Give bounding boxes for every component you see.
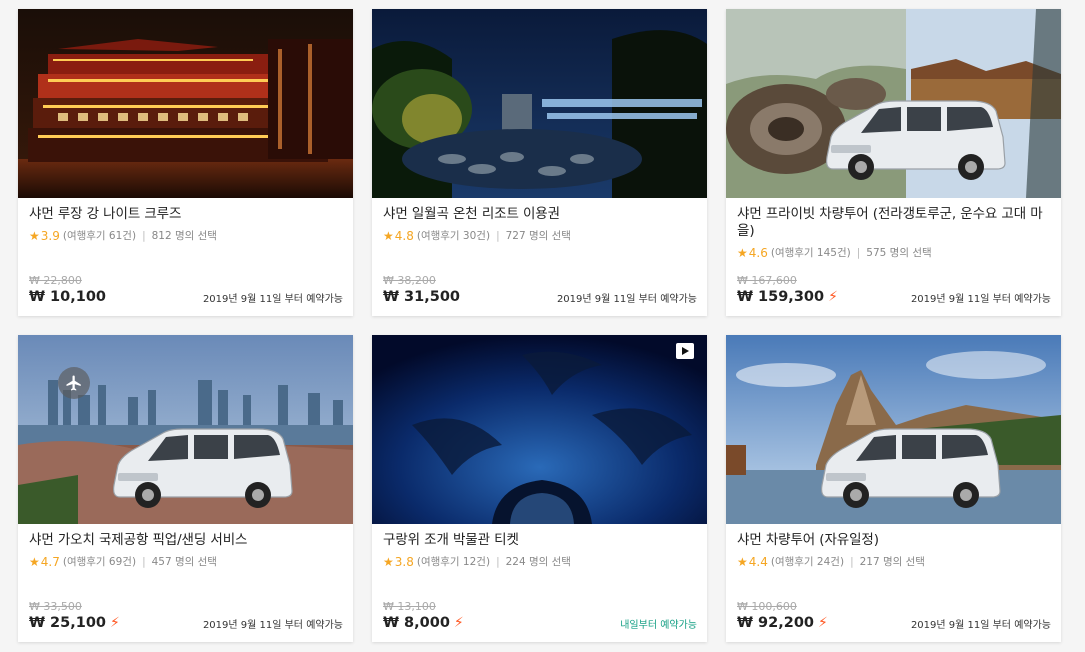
rating-score: 4.7 xyxy=(40,554,60,569)
product-title[interactable]: 구랑위 조개 박물관 티켓 xyxy=(383,532,697,549)
rating-row: ★ 4.8 (여행후기 30건) | 727 명의 선택 xyxy=(383,228,697,243)
product-title[interactable]: 샤먼 가오치 국제공항 픽업/샌딩 서비스 xyxy=(29,532,343,549)
booked-count: 224 명의 선택 xyxy=(505,556,571,568)
review-count: (여행후기 145건) xyxy=(770,247,851,259)
star-icon: ★ xyxy=(383,554,394,569)
review-count: (여행후기 30건) xyxy=(416,230,491,242)
rating-row: ★ 4.4 (여행후기 24건) | 217 명의 선택 xyxy=(737,554,1051,569)
airplane-icon xyxy=(58,367,90,399)
product-image[interactable] xyxy=(372,335,707,524)
rating-row: ★ 3.8 (여행후기 12건) | 224 명의 선택 xyxy=(383,554,697,569)
lightning-icon: ⚡ xyxy=(453,615,464,631)
sale-price: ₩ 92,200 ⚡ xyxy=(737,615,828,631)
star-icon: ★ xyxy=(737,245,748,260)
product-card[interactable]: 구랑위 조개 박물관 티켓 ★ 3.8 (여행후기 12건) | 224 명의 … xyxy=(372,335,707,642)
lightning-icon: ⚡ xyxy=(828,289,838,305)
lightning-icon: ⚡ xyxy=(110,615,120,631)
product-card[interactable]: 샤먼 차량투어 (자유일정) ★ 4.4 (여행후기 24건) | 217 명의… xyxy=(726,335,1061,642)
product-title[interactable]: 샤먼 차량투어 (자유일정) xyxy=(737,532,1051,549)
rating-row: ★ 4.7 (여행후기 69건) | 457 명의 선택 xyxy=(29,554,343,569)
divider: | xyxy=(496,229,500,242)
product-image[interactable] xyxy=(372,9,707,198)
booked-count: 727 명의 선택 xyxy=(505,230,571,242)
sale-price: ₩ 159,300 ⚡ xyxy=(737,289,838,305)
product-card[interactable]: 샤먼 일월곡 온천 리조트 이용권 ★ 4.8 (여행후기 30건) | 727… xyxy=(372,9,707,316)
sale-price-value: ₩ 25,100 xyxy=(29,615,106,631)
availability-text: 2019년 9월 11일 부터 예약가능 xyxy=(556,293,697,305)
review-count: (여행후기 12건) xyxy=(416,556,491,568)
sale-price: ₩ 31,500 xyxy=(383,289,460,305)
sale-price: ₩ 8,000 ⚡ xyxy=(383,615,464,631)
star-icon: ★ xyxy=(29,228,40,243)
original-price: ₩ 100,600 xyxy=(737,600,797,613)
product-card[interactable]: 샤먼 프라이빗 차량투어 (전라갱토루군, 운수요 고대 마을) ★ 4.6 (… xyxy=(726,9,1061,316)
sale-price-value: ₩ 8,000 xyxy=(383,615,450,631)
rating-score: 4.4 xyxy=(748,554,768,569)
star-icon: ★ xyxy=(737,554,748,569)
rating-score: 3.9 xyxy=(40,228,60,243)
product-title[interactable]: 샤먼 루장 강 나이트 크루즈 xyxy=(29,206,343,223)
divider: | xyxy=(142,555,146,568)
availability-text: 2019년 9월 11일 부터 예약가능 xyxy=(202,293,343,305)
divider: | xyxy=(496,555,500,568)
sale-price-value: ₩ 10,100 xyxy=(29,289,106,305)
divider: | xyxy=(142,229,146,242)
booked-count: 217 명의 선택 xyxy=(859,556,925,568)
rating-row: ★ 4.6 (여행후기 145건) | 575 명의 선택 xyxy=(737,245,1051,260)
sale-price: ₩ 25,100 ⚡ xyxy=(29,615,120,631)
product-image[interactable] xyxy=(18,9,353,198)
rating-score: 4.6 xyxy=(748,245,768,260)
review-count: (여행후기 69건) xyxy=(62,556,137,568)
product-card[interactable]: 샤먼 루장 강 나이트 크루즈 ★ 3.9 (여행후기 61건) | 812 명… xyxy=(18,9,353,316)
product-image[interactable] xyxy=(726,9,1061,198)
original-price: ₩ 167,600 xyxy=(737,274,797,287)
product-image[interactable] xyxy=(726,335,1061,524)
product-image[interactable] xyxy=(18,335,353,524)
sale-price-value: ₩ 31,500 xyxy=(383,289,460,305)
divider: | xyxy=(850,555,854,568)
original-price: ₩ 33,500 xyxy=(29,600,82,613)
original-price: ₩ 38,200 xyxy=(383,274,436,287)
sale-price-value: ₩ 159,300 xyxy=(737,289,825,305)
divider: | xyxy=(856,246,861,259)
booked-count: 575 명의 선택 xyxy=(866,247,932,259)
review-count: (여행후기 61건) xyxy=(62,230,137,242)
availability-text: 2019년 9월 11일 부터 예약가능 xyxy=(910,619,1051,631)
sale-price-value: ₩ 92,200 xyxy=(737,615,814,631)
availability-text: 2019년 9월 11일 부터 예약가능 xyxy=(910,293,1051,305)
booked-count: 457 명의 선택 xyxy=(151,556,217,568)
lightning-icon: ⚡ xyxy=(818,615,828,631)
availability-text: 2019년 9월 11일 부터 예약가능 xyxy=(202,619,343,631)
product-card[interactable]: 샤먼 가오치 국제공항 픽업/샌딩 서비스 ★ 4.7 (여행후기 69건) |… xyxy=(18,335,353,642)
star-icon: ★ xyxy=(29,554,40,569)
rating-score: 4.8 xyxy=(394,228,414,243)
star-icon: ★ xyxy=(383,228,394,243)
availability-text: 내일부터 예약가능 xyxy=(620,619,697,631)
booked-count: 812 명의 선택 xyxy=(151,230,217,242)
review-count: (여행후기 24건) xyxy=(770,556,845,568)
sale-price: ₩ 10,100 xyxy=(29,289,106,305)
original-price: ₩ 22,800 xyxy=(29,274,82,287)
product-title[interactable]: 샤먼 프라이빗 차량투어 (전라갱토루군, 운수요 고대 마을) xyxy=(737,206,1051,240)
rating-row: ★ 3.9 (여행후기 61건) | 812 명의 선택 xyxy=(29,228,343,243)
play-icon[interactable] xyxy=(676,343,694,359)
product-title[interactable]: 샤먼 일월곡 온천 리조트 이용권 xyxy=(383,206,697,223)
original-price: ₩ 13,100 xyxy=(383,600,436,613)
product-grid: 샤먼 루장 강 나이트 크루즈 ★ 3.9 (여행후기 61건) | 812 명… xyxy=(18,9,1061,642)
rating-score: 3.8 xyxy=(394,554,414,569)
